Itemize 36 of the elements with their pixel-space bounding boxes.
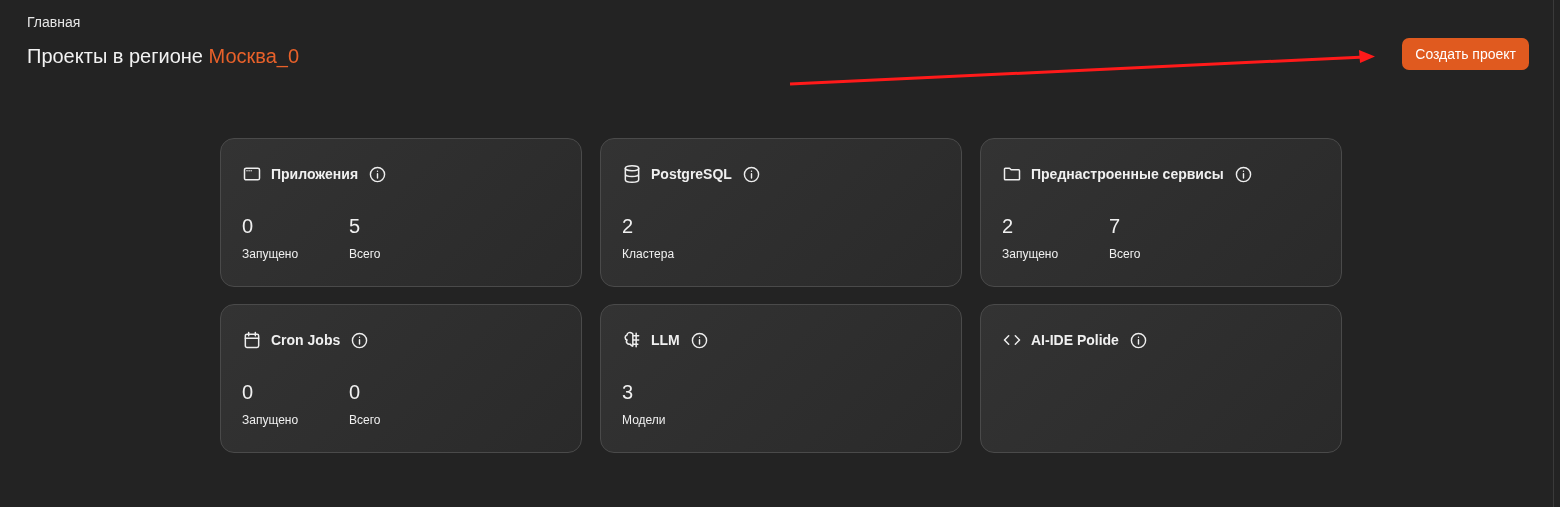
window-icon [242, 164, 262, 184]
stat-value: 0 [242, 380, 254, 404]
card-title: PostgreSQL [651, 166, 732, 182]
card-title: Cron Jobs [271, 332, 341, 348]
card-title: Преднастроенные сервисы [1031, 166, 1224, 182]
stat-value: 2 [1002, 214, 1014, 238]
info-icon[interactable] [742, 165, 760, 183]
stat-label: Кластера [622, 247, 675, 261]
page-title: Проекты в регионе Москва_0 [27, 44, 300, 68]
database-icon [622, 164, 642, 184]
card-title: Приложения [271, 166, 359, 182]
info-icon[interactable] [369, 165, 387, 183]
create-project-button[interactable]: Создать проект [1402, 38, 1529, 70]
card-title: LLM [651, 332, 680, 348]
info-icon[interactable] [1234, 165, 1252, 183]
stat-value: 0 [349, 380, 361, 404]
stat-label: Модели [622, 413, 666, 427]
stat-value: 2 [622, 214, 634, 238]
info-icon[interactable] [1129, 331, 1147, 349]
stat-label: Запущено [1002, 247, 1059, 261]
folder-icon [1002, 164, 1022, 184]
stat-value: 3 [622, 380, 634, 404]
info-icon[interactable] [690, 331, 708, 349]
info-icon[interactable] [351, 331, 369, 349]
stat-label: Запущено [242, 247, 299, 261]
stat-label: Запущено [242, 413, 299, 427]
stat-label: Всего [349, 247, 381, 261]
stat-label: Всего [349, 413, 381, 427]
calendar-icon [242, 330, 262, 350]
stat-value: 0 [242, 214, 254, 238]
card-title: AI-IDE Polide [1031, 332, 1119, 348]
stat-label: Всего [1109, 247, 1141, 261]
breadcrumb[interactable]: Главная [27, 14, 81, 30]
stat-value: 7 [1109, 214, 1121, 238]
stat-value: 5 [349, 214, 361, 238]
brain-icon [622, 330, 642, 350]
